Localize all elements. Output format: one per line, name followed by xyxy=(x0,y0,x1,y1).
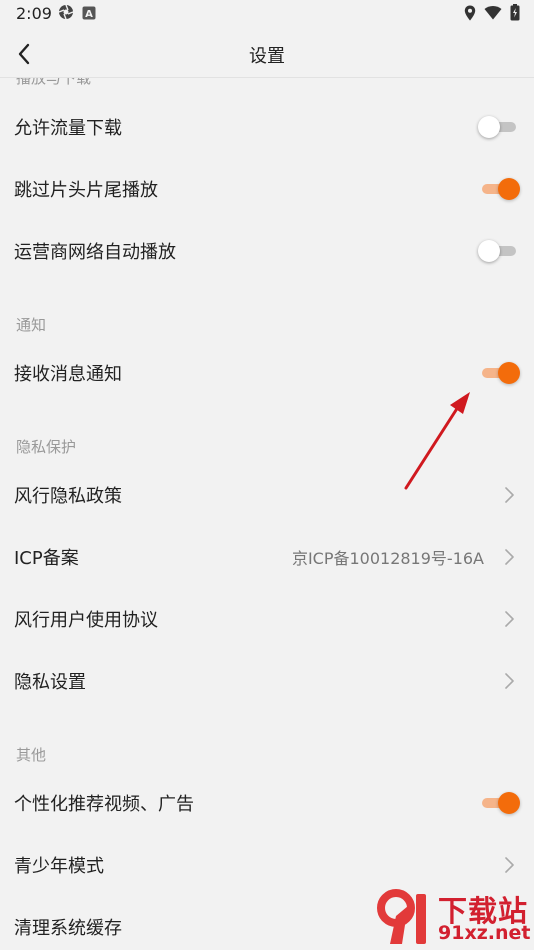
setting-icp-filing[interactable]: ICP备案 京ICP备10012819号-16A xyxy=(0,526,534,588)
chevron-right-icon xyxy=(505,673,514,689)
carrier-autoplay-toggle[interactable] xyxy=(478,239,518,263)
setting-label: 清理系统缓存 xyxy=(14,918,122,939)
status-time: 2:09 xyxy=(16,4,52,23)
setting-receive-notifications[interactable]: 接收消息通知 xyxy=(0,342,534,404)
setting-carrier-autoplay[interactable]: 运营商网络自动播放 xyxy=(0,220,534,282)
setting-allow-data-download[interactable]: 允许流量下载 xyxy=(0,96,534,158)
receive-notifications-toggle[interactable] xyxy=(480,361,520,385)
setting-user-agreement[interactable]: 风行用户使用协议 xyxy=(0,588,534,650)
app-notification-icon xyxy=(58,4,74,24)
chevron-right-icon xyxy=(505,549,514,565)
setting-label: 运营商网络自动播放 xyxy=(14,242,176,263)
wifi-icon xyxy=(484,5,502,24)
status-bar: 2:09 A xyxy=(0,0,534,30)
setting-label: 跳过片头片尾播放 xyxy=(14,180,158,201)
watermark-logo: 下载站 91xz.net xyxy=(372,886,532,950)
personalized-recommendations-toggle[interactable] xyxy=(480,791,520,815)
watermark-domain: 91xz.net xyxy=(438,922,531,944)
setting-label: ICP备案 xyxy=(14,548,79,569)
setting-label: 青少年模式 xyxy=(14,856,104,877)
section-header-other: 其他 xyxy=(16,746,47,764)
chevron-right-icon xyxy=(505,611,514,627)
title-bar: 设置 xyxy=(0,30,534,78)
icp-filing-number: 京ICP备10012819号-16A xyxy=(291,549,484,568)
setting-privacy-settings[interactable]: 隐私设置 xyxy=(0,650,534,712)
keyboard-a-icon: A xyxy=(82,5,96,24)
setting-label: 允许流量下载 xyxy=(14,118,122,139)
allow-data-download-toggle[interactable] xyxy=(478,115,518,139)
settings-list[interactable]: 播放与下载 允许流量下载 跳过片头片尾播放 运营商网络自动播放 通知 接收消息通… xyxy=(0,78,534,950)
section-header-notifications: 通知 xyxy=(16,316,47,334)
skip-intro-outro-toggle[interactable] xyxy=(480,177,520,201)
setting-label: 风行用户使用协议 xyxy=(14,610,158,631)
setting-skip-intro-outro[interactable]: 跳过片头片尾播放 xyxy=(0,158,534,220)
setting-privacy-policy[interactable]: 风行隐私政策 xyxy=(0,464,534,526)
chevron-right-icon xyxy=(505,857,514,873)
page-title: 设置 xyxy=(249,46,285,67)
svg-text:A: A xyxy=(85,9,93,20)
section-header-privacy: 隐私保护 xyxy=(16,438,77,456)
battery-charging-icon xyxy=(510,4,520,25)
watermark-91-logo-icon xyxy=(377,889,426,944)
setting-label: 风行隐私政策 xyxy=(14,486,122,507)
setting-label: 接收消息通知 xyxy=(14,364,122,385)
setting-label: 个性化推荐视频、广告 xyxy=(14,794,194,815)
setting-personalized-recommendations[interactable]: 个性化推荐视频、广告 xyxy=(0,772,534,834)
chevron-right-icon xyxy=(505,487,514,503)
location-icon xyxy=(464,5,476,25)
setting-label: 隐私设置 xyxy=(14,672,86,693)
section-header-playback-download: 播放与下载 xyxy=(16,78,92,87)
